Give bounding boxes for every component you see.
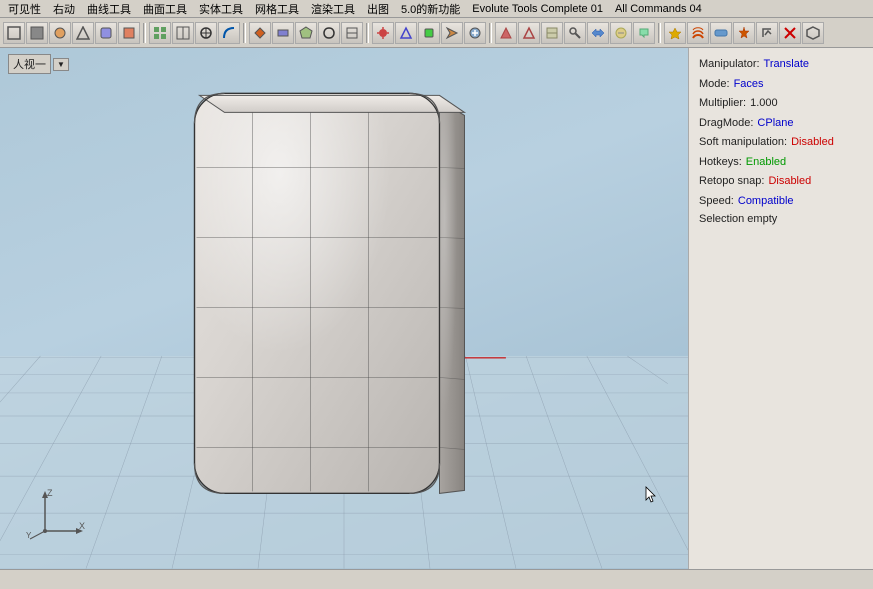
3d-object: [185, 85, 475, 515]
dragmode-label: DragMode:: [699, 115, 753, 132]
hotkeys-row: Hotkeys: Enabled: [699, 154, 863, 171]
manipulator-row: Manipulator: Translate: [699, 56, 863, 73]
toolbar-sep-2: [243, 23, 246, 43]
toolbar-btn-13[interactable]: [295, 22, 317, 44]
mode-row: Mode: Faces: [699, 76, 863, 93]
toolbar-btn-17[interactable]: [395, 22, 417, 44]
toolbar-btn-4[interactable]: [72, 22, 94, 44]
toolbar-btn-3[interactable]: [49, 22, 71, 44]
svg-text:Y: Y: [26, 531, 32, 540]
menu-surface-tools[interactable]: 曲面工具: [137, 1, 193, 17]
view-label-dropdown[interactable]: ▼: [53, 58, 69, 71]
view-label-text[interactable]: 人视一: [8, 54, 51, 74]
speed-row: Speed: Compatible: [699, 193, 863, 210]
toolbar-btn-26[interactable]: [610, 22, 632, 44]
toolbar-btn-9[interactable]: [195, 22, 217, 44]
menu-solid-tools[interactable]: 实体工具: [193, 1, 249, 17]
toolbar-btn-1[interactable]: [3, 22, 25, 44]
toolbar-btn-6[interactable]: [118, 22, 140, 44]
menu-new-features[interactable]: 5.0的新功能: [395, 1, 466, 17]
menu-visibility[interactable]: 可见性: [2, 1, 47, 17]
toolbar-btn-27[interactable]: [633, 22, 655, 44]
speed-value: Compatible: [738, 193, 794, 210]
toolbar-btn-23[interactable]: [541, 22, 563, 44]
svg-text:Z: Z: [47, 488, 53, 498]
toolbar-btn-32[interactable]: [756, 22, 778, 44]
mode-label: Mode:: [699, 76, 730, 93]
toolbar-btn-2[interactable]: [26, 22, 48, 44]
status-bar: [0, 569, 873, 589]
menu-bar: 可见性 右动 曲线工具 曲面工具 实体工具 网格工具 渲染工具 出图 5.0的新…: [0, 0, 873, 18]
multiplier-row: Multiplier: 1.000: [699, 95, 863, 112]
main-area: 人视一 ▼: [0, 48, 873, 569]
cursor-indicator: [645, 486, 657, 504]
toolbar-btn-29[interactable]: [687, 22, 709, 44]
manipulator-label: Manipulator:: [699, 56, 760, 73]
toolbar-btn-15[interactable]: [341, 22, 363, 44]
toolbar-sep-1: [143, 23, 146, 43]
toolbar-btn-18[interactable]: [418, 22, 440, 44]
retopo-value: Disabled: [768, 173, 811, 190]
mode-value: Faces: [734, 76, 764, 93]
soft-value: Disabled: [791, 134, 834, 151]
toolbar-btn-24[interactable]: [564, 22, 586, 44]
toolbar-btn-8[interactable]: [172, 22, 194, 44]
menu-rightmove[interactable]: 右动: [47, 1, 81, 17]
toolbar-btn-28[interactable]: [664, 22, 686, 44]
menu-mesh-tools[interactable]: 网格工具: [249, 1, 305, 17]
toolbar-btn-19[interactable]: [441, 22, 463, 44]
multiplier-value: 1.000: [750, 95, 778, 112]
toolbar-btn-25[interactable]: [587, 22, 609, 44]
toolbar-btn-20[interactable]: [464, 22, 486, 44]
dragmode-row: DragMode: CPlane: [699, 115, 863, 132]
viewport[interactable]: 人视一 ▼: [0, 48, 688, 569]
dragmode-value: CPlane: [757, 115, 793, 132]
toolbar-btn-16[interactable]: [372, 22, 394, 44]
toolbar-btn-30[interactable]: [710, 22, 732, 44]
selection-text: Selection empty: [699, 213, 863, 225]
manipulator-value: Translate: [764, 56, 809, 73]
toolbar-btn-5[interactable]: [95, 22, 117, 44]
toolbar-btn-21[interactable]: [495, 22, 517, 44]
retopo-label: Retopo snap:: [699, 173, 764, 190]
menu-all-commands[interactable]: All Commands 04: [609, 3, 708, 15]
axis-svg: Z X Y: [25, 486, 85, 541]
info-panel: Manipulator: Translate Mode: Faces Multi…: [688, 48, 873, 569]
toolbar-btn-11[interactable]: [249, 22, 271, 44]
toolbar-btn-10[interactable]: [218, 22, 240, 44]
view-label-container: 人视一 ▼: [8, 54, 69, 74]
axis-indicator: Z X Y: [25, 486, 85, 544]
toolbar-btn-14[interactable]: [318, 22, 340, 44]
3d-box-svg: [185, 85, 475, 515]
toolbar-btn-33[interactable]: [779, 22, 801, 44]
toolbar-sep-4: [489, 23, 492, 43]
toolbar-sep-3: [366, 23, 369, 43]
toolbar-btn-31[interactable]: [733, 22, 755, 44]
menu-evolute[interactable]: Evolute Tools Complete 01: [466, 3, 609, 15]
hotkeys-value: Enabled: [746, 154, 786, 171]
retopo-row: Retopo snap: Disabled: [699, 173, 863, 190]
menu-curve-tools[interactable]: 曲线工具: [81, 1, 137, 17]
hotkeys-label: Hotkeys:: [699, 154, 742, 171]
toolbar-sep-5: [658, 23, 661, 43]
multiplier-label: Multiplier:: [699, 95, 746, 112]
menu-export[interactable]: 出图: [361, 1, 395, 17]
toolbar: [0, 18, 873, 48]
toolbar-btn-7[interactable]: [149, 22, 171, 44]
toolbar-btn-22[interactable]: [518, 22, 540, 44]
soft-row: Soft manipulation: Disabled: [699, 134, 863, 151]
toolbar-btn-12[interactable]: [272, 22, 294, 44]
svg-text:X: X: [79, 521, 85, 531]
toolbar-btn-34[interactable]: [802, 22, 824, 44]
menu-render-tools[interactable]: 渲染工具: [305, 1, 361, 17]
soft-label: Soft manipulation:: [699, 134, 787, 151]
speed-label: Speed:: [699, 193, 734, 210]
